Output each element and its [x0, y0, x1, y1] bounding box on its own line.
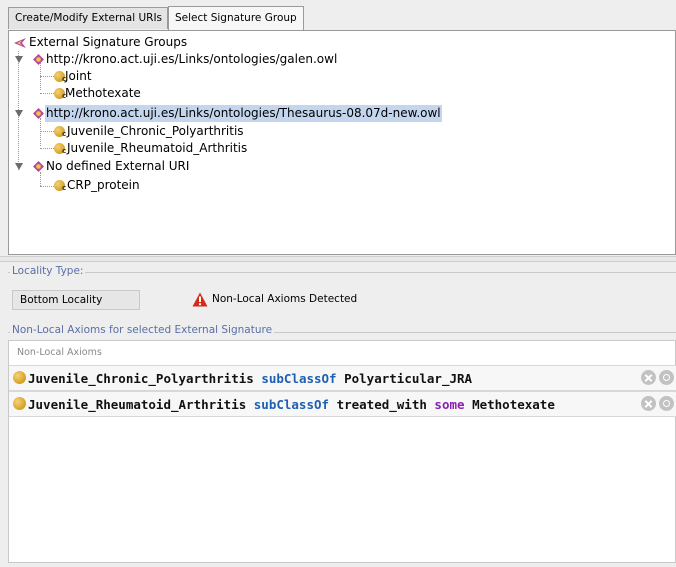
- expand-triangle-icon[interactable]: [15, 163, 23, 170]
- tree-root-label: External Signature Groups: [29, 35, 188, 49]
- tree-item-label: Joint: [65, 69, 92, 83]
- tree-group-label: No defined External URI: [46, 159, 190, 173]
- axiom-restriction-keyword: some: [434, 397, 465, 412]
- class-icon: [13, 397, 26, 410]
- tab-select-signature-group[interactable]: Select Signature Group: [168, 6, 304, 30]
- axiom-object: Polyarticular_JRA: [344, 371, 473, 386]
- tree-group-no-external-uri[interactable]: No defined External URI: [13, 158, 613, 175]
- ontology-icon: [33, 108, 44, 119]
- split-pane-divider[interactable]: [0, 256, 676, 262]
- tree-item-label: Juvenile_Rheumatoid_Arthritis: [67, 141, 248, 155]
- expand-triangle-icon[interactable]: [15, 56, 23, 63]
- warning-icon: [192, 292, 208, 307]
- axiom-operator: subClassOf: [261, 371, 337, 386]
- tree-group-thesaurus[interactable]: http://krono.act.uji.es/Links/ontologies…: [13, 105, 613, 122]
- axiom-restriction-filler: Methotexate: [472, 397, 555, 412]
- tree-group-galen[interactable]: http://krono.act.uji.es/Links/ontologies…: [13, 51, 613, 68]
- signature-group-tree[interactable]: External Signature Groups http://krono.a…: [8, 30, 676, 255]
- tree-item-label: Juvenile_Chronic_Polyarthritis: [67, 124, 244, 138]
- non-local-axioms-list[interactable]: Non-Local Axioms Juvenile_Chronic_Polyar…: [8, 340, 676, 563]
- tab-create-modify-external-uris[interactable]: Create/Modify External URIs: [8, 7, 168, 29]
- tree-item-label: Methotexate: [65, 86, 141, 100]
- external-signature-icon: [14, 38, 26, 48]
- axiom-text: Juvenile_Rheumatoid_Arthritis subClassOf…: [28, 393, 555, 417]
- axiom-subject: Juvenile_Rheumatoid_Arthritis: [28, 397, 247, 412]
- axiom-subject: Juvenile_Chronic_Polyarthritis: [28, 371, 254, 386]
- delete-axiom-icon[interactable]: [641, 370, 656, 385]
- tree-connector: [40, 148, 54, 149]
- delete-axiom-icon[interactable]: [641, 396, 656, 411]
- ontology-icon: [33, 161, 44, 172]
- class-icon: c: [54, 126, 66, 138]
- locality-group-border: [8, 272, 676, 273]
- tab-bar: Create/Modify External URIs Select Signa…: [0, 0, 676, 30]
- non-local-warning-text: Non-Local Axioms Detected: [212, 293, 358, 305]
- tree-group-label: http://krono.act.uji.es/Links/ontologies…: [45, 105, 442, 122]
- locality-type-field[interactable]: Bottom Locality: [12, 290, 140, 310]
- locality-group-title: Locality Type:: [10, 265, 86, 277]
- axiom-text: Juvenile_Chronic_Polyarthritis subClassO…: [28, 367, 472, 391]
- axiom-row[interactable]: Juvenile_Chronic_Polyarthritis subClassO…: [9, 365, 676, 391]
- tree-connector: [40, 76, 54, 77]
- tree-connector: [40, 93, 54, 94]
- tree-connector: [40, 186, 54, 187]
- tree-connector: [40, 131, 54, 132]
- axiom-options-icon[interactable]: [659, 370, 674, 385]
- expand-triangle-icon[interactable]: [15, 110, 23, 117]
- axioms-list-header: Non-Local Axioms: [17, 347, 102, 358]
- tree-connector: [40, 118, 41, 146]
- class-icon: c: [54, 180, 66, 192]
- class-icon: c: [54, 143, 66, 155]
- axiom-row[interactable]: Juvenile_Rheumatoid_Arthritis subClassOf…: [9, 391, 676, 417]
- tree-item-label: CRP_protein: [67, 178, 140, 192]
- ontology-icon: [33, 54, 44, 65]
- axiom-options-icon[interactable]: [659, 396, 674, 411]
- class-icon: [13, 371, 26, 384]
- axiom-restriction-property: treated_with: [336, 397, 427, 412]
- axiom-operator: subClassOf: [253, 397, 330, 412]
- tree-group-label: http://krono.act.uji.es/Links/ontologies…: [46, 52, 338, 66]
- axioms-group-title: Non-Local Axioms for selected External S…: [10, 324, 275, 336]
